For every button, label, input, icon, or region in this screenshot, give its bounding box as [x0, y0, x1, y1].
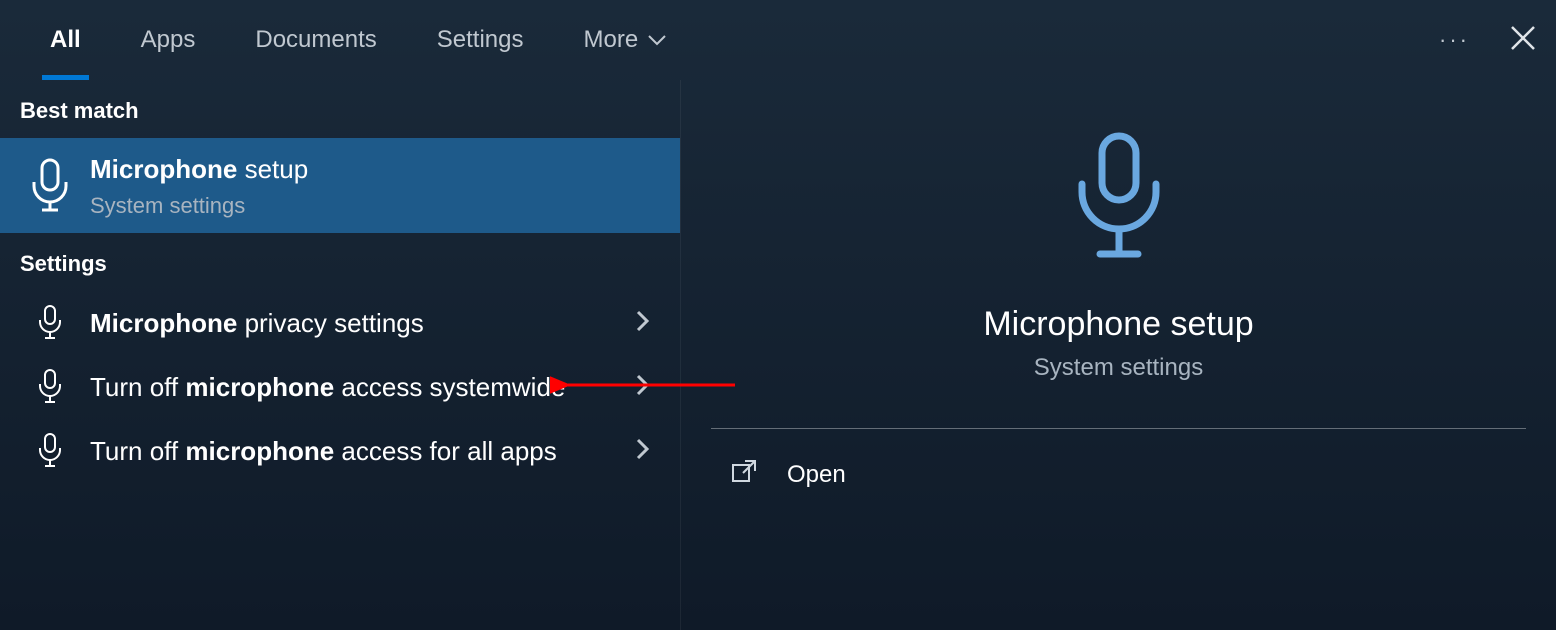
result-best-match[interactable]: Microphone setup System settings: [0, 138, 680, 233]
close-icon[interactable]: [1510, 25, 1536, 56]
microphone-icon: [20, 305, 80, 341]
tab-all[interactable]: All: [20, 0, 111, 80]
detail-subtitle: System settings: [1034, 354, 1203, 382]
microphone-icon: [20, 369, 80, 405]
results-panel: Best match Microphone setup System setti…: [0, 80, 680, 630]
microphone-icon: [1064, 130, 1174, 275]
tab-more[interactable]: More: [553, 0, 696, 80]
section-best-match: Best match: [0, 80, 680, 138]
result-title: Turn off microphone access for all apps: [90, 434, 636, 469]
chevron-right-icon: [636, 438, 660, 465]
result-subtitle: System settings: [90, 193, 660, 219]
section-settings: Settings: [0, 233, 680, 291]
detail-panel: Microphone setup System settings Open: [680, 80, 1556, 630]
result-turn-off-systemwide[interactable]: Turn off microphone access systemwide: [0, 355, 680, 419]
chevron-right-icon: [636, 310, 660, 337]
tab-documents[interactable]: Documents: [225, 0, 406, 80]
result-title: Turn off microphone access systemwide: [90, 370, 636, 405]
search-tabs: All Apps Documents Settings More ···: [0, 0, 1556, 80]
result-privacy-settings[interactable]: Microphone privacy settings: [0, 291, 680, 355]
chevron-right-icon: [636, 374, 660, 401]
microphone-icon: [20, 158, 80, 214]
open-action[interactable]: Open: [711, 429, 1526, 520]
result-title: Microphone setup: [90, 152, 660, 187]
tab-apps[interactable]: Apps: [111, 0, 226, 80]
result-turn-off-all-apps[interactable]: Turn off microphone access for all apps: [0, 419, 680, 483]
more-options-icon[interactable]: ···: [1439, 27, 1470, 53]
result-title: Microphone privacy settings: [90, 306, 636, 341]
tab-settings[interactable]: Settings: [407, 0, 554, 80]
chevron-down-icon: [648, 26, 666, 54]
open-label: Open: [787, 461, 846, 489]
open-external-icon: [731, 459, 757, 490]
microphone-icon: [20, 433, 80, 469]
detail-title: Microphone setup: [983, 305, 1253, 344]
